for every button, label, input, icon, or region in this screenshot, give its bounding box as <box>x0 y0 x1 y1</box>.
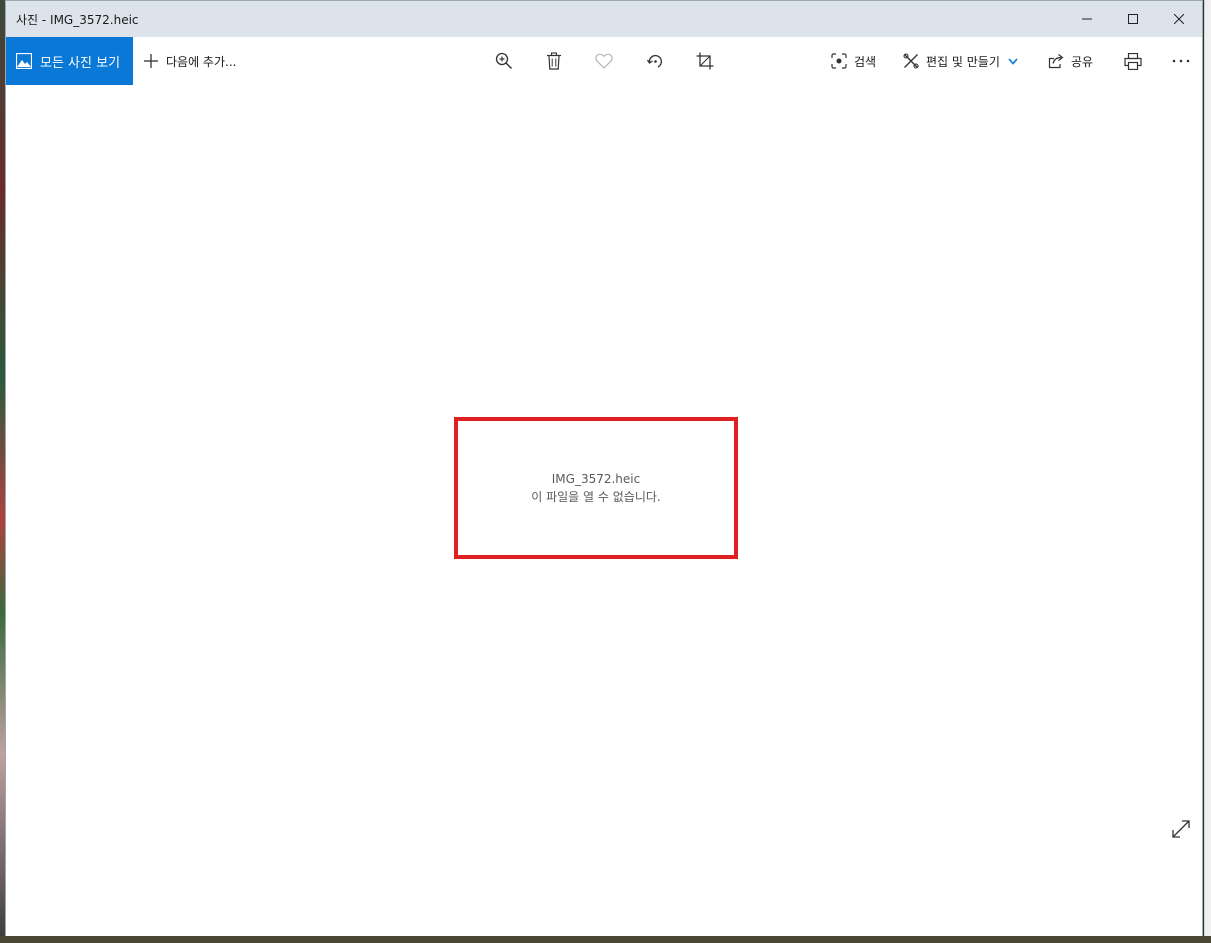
search-button[interactable]: 검색 <box>831 37 876 85</box>
photos-app-window: 사진 - IMG_3572.heic 모든 사진 보기 다음에 추가... 검색… <box>5 0 1203 936</box>
plus-icon <box>143 53 159 69</box>
rotate-button[interactable] <box>643 49 667 73</box>
printer-icon <box>1124 52 1142 70</box>
toolbar: 모든 사진 보기 다음에 추가... 검색 편집 및 만들기 공유 <box>6 37 1202 85</box>
crop-icon <box>696 52 714 70</box>
chevron-down-icon <box>1008 57 1018 65</box>
favorite-button[interactable] <box>592 49 616 73</box>
more-options-button[interactable] <box>1169 49 1193 73</box>
minimize-button[interactable] <box>1064 1 1110 37</box>
zoom-button[interactable] <box>492 49 516 73</box>
title-bar[interactable]: 사진 - IMG_3572.heic <box>6 1 1202 37</box>
maximize-icon <box>1128 14 1138 24</box>
window-controls <box>1064 1 1202 37</box>
search-label: 검색 <box>854 54 877 69</box>
trash-icon <box>547 52 561 70</box>
share-label: 공유 <box>1071 54 1094 69</box>
share-button[interactable]: 공유 <box>1048 37 1093 85</box>
desktop-background-bottom <box>0 936 1211 943</box>
photo-viewer-area: IMG_3572.heic 이 파일을 열 수 없습니다. <box>6 85 1202 936</box>
minimize-icon <box>1082 18 1092 20</box>
error-message-box: IMG_3572.heic 이 파일을 열 수 없습니다. <box>454 417 738 559</box>
heart-icon <box>595 53 613 69</box>
close-icon <box>1174 14 1184 24</box>
close-button[interactable] <box>1156 1 1202 37</box>
crop-button[interactable] <box>693 49 717 73</box>
share-icon <box>1048 54 1064 69</box>
error-filename: IMG_3572.heic <box>551 472 641 486</box>
visual-search-icon <box>831 53 847 69</box>
error-message: 이 파일을 열 수 없습니다. <box>531 490 661 504</box>
ellipsis-icon <box>1172 59 1190 63</box>
delete-button[interactable] <box>542 49 566 73</box>
edit-tools-icon <box>903 53 919 69</box>
window-title: 사진 - IMG_3572.heic <box>16 12 139 27</box>
add-to-label: 다음에 추가... <box>166 54 237 69</box>
zoom-in-icon <box>495 52 513 70</box>
print-button[interactable] <box>1121 49 1145 73</box>
rotate-icon <box>646 54 663 68</box>
expand-icon <box>1172 820 1190 838</box>
fullscreen-button[interactable] <box>1169 817 1193 841</box>
maximize-button[interactable] <box>1110 1 1156 37</box>
all-photos-button[interactable]: 모든 사진 보기 <box>6 37 133 85</box>
all-photos-label: 모든 사진 보기 <box>40 55 121 71</box>
picture-icon <box>16 53 32 69</box>
edit-create-label: 편집 및 만들기 <box>926 54 1000 69</box>
edit-create-button[interactable]: 편집 및 만들기 <box>903 37 1018 85</box>
add-to-button[interactable]: 다음에 추가... <box>143 37 236 85</box>
desktop-background-right <box>1204 0 1211 943</box>
